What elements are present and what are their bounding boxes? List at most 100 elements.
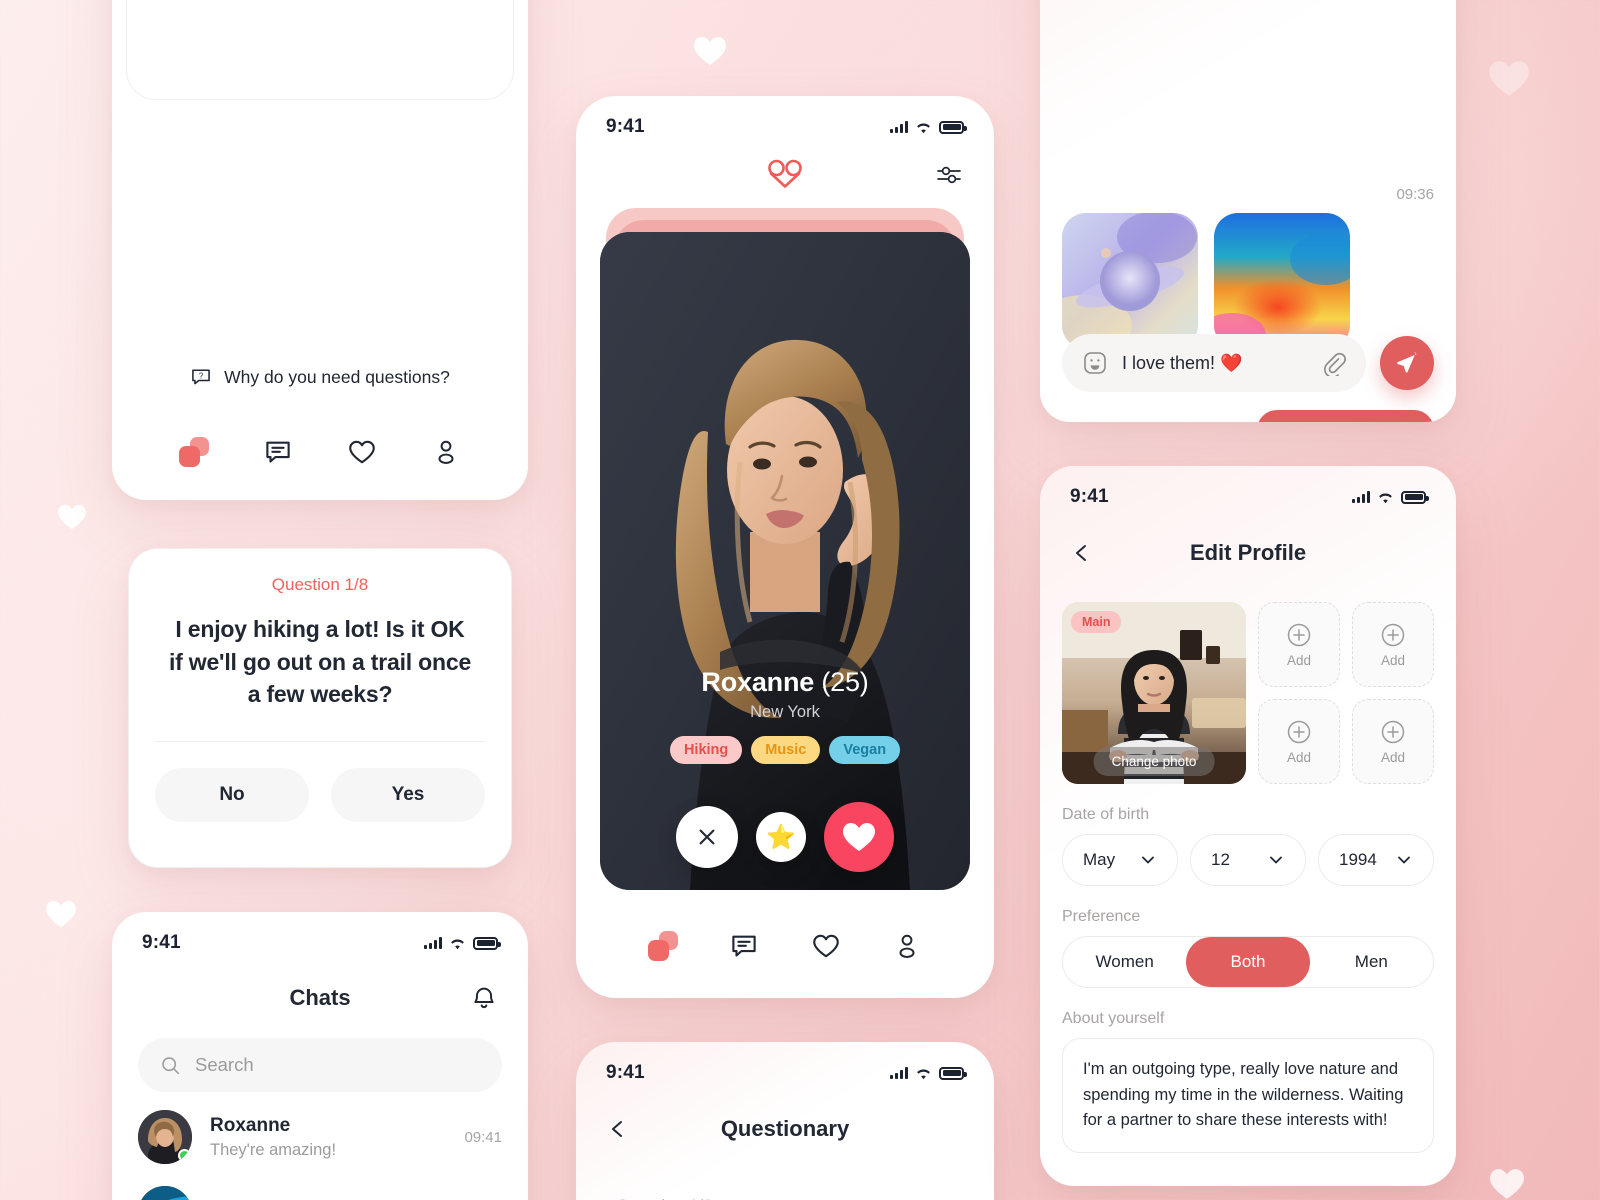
page-title: Chats xyxy=(289,985,351,1010)
about-yourself-field[interactable]: I'm an outgoing type, really love nature… xyxy=(1062,1038,1434,1153)
add-photo-slot[interactable]: Add xyxy=(1258,602,1340,687)
decor-heart-icon xyxy=(1489,60,1529,97)
person-outline-icon xyxy=(432,438,460,466)
avatar xyxy=(138,1110,192,1164)
dob-month-value: May xyxy=(1083,850,1116,869)
dob-year-value: 1994 xyxy=(1339,850,1377,869)
list-item[interactable] xyxy=(112,1164,528,1200)
about-yourself-label: About yourself xyxy=(1062,1010,1165,1027)
tag-music: Music xyxy=(751,736,821,764)
battery-icon xyxy=(473,936,501,950)
image-attachment[interactable] xyxy=(1214,213,1350,349)
wifi-icon xyxy=(915,121,932,134)
answer-yes-button[interactable]: Yes xyxy=(331,767,485,822)
status-bar: 9:41 xyxy=(576,1056,994,1090)
sidebar-item-profile[interactable] xyxy=(404,438,488,466)
plus-circle-icon xyxy=(1286,622,1312,648)
add-photo-slot[interactable]: Add xyxy=(1352,699,1434,784)
profile-photo-card[interactable]: Roxanne (25) New York Hiking Music Vegan xyxy=(600,232,970,890)
dislike-button[interactable] xyxy=(676,806,738,868)
dob-month-select[interactable]: May xyxy=(1062,834,1178,886)
status-badge: Main xyxy=(1071,611,1122,633)
edit-profile-screen: 9:41 Edit Profile Main Change photo Add … xyxy=(1040,466,1456,1186)
status-bar: 9:41 xyxy=(576,110,994,144)
add-photo-slot[interactable]: Add xyxy=(1258,699,1340,784)
swipe-actions: ⭐ xyxy=(600,802,970,872)
date-of-birth-label: Date of birth xyxy=(1062,806,1150,823)
dob-day-select[interactable]: 12 xyxy=(1190,834,1306,886)
sidebar-item-chats[interactable] xyxy=(704,931,786,961)
sliders-filter-icon[interactable] xyxy=(936,162,962,188)
image-message-group[interactable] xyxy=(1062,213,1434,349)
bottom-tabbar xyxy=(112,404,528,500)
tag-vegan: Vegan xyxy=(829,736,901,764)
battery-icon xyxy=(939,120,967,134)
wifi-icon xyxy=(449,937,466,950)
questionary-header: Questionary xyxy=(576,1098,994,1160)
paperclip-icon[interactable] xyxy=(1321,351,1346,376)
cards-stack-icon xyxy=(179,437,209,467)
sidebar-item-cards[interactable] xyxy=(152,437,236,467)
sidebar-item-likes[interactable] xyxy=(785,931,867,961)
image-attachment[interactable] xyxy=(1062,213,1198,349)
sidebar-item-likes[interactable] xyxy=(320,437,404,467)
like-button[interactable] xyxy=(824,802,894,872)
main-photo[interactable]: Main Change photo xyxy=(1062,602,1246,784)
message-bubble[interactable]: They're amazing! xyxy=(1256,410,1434,422)
sidebar-item-profile[interactable] xyxy=(867,932,949,960)
answer-no-button[interactable]: No xyxy=(155,767,309,822)
search-placeholder: Search xyxy=(195,1054,254,1075)
heart-outline-icon xyxy=(347,437,377,467)
chat-bubble-icon xyxy=(729,931,759,961)
person-outline-icon xyxy=(893,932,921,960)
list-item[interactable]: Roxanne They're amazing! 09:41 xyxy=(112,1092,528,1164)
questionary-screen: 9:41 Questionary Question 1/8 xyxy=(576,1042,994,1200)
preference-option-both[interactable]: Both xyxy=(1186,937,1310,987)
preference-option-men[interactable]: Men xyxy=(1310,937,1433,987)
status-icons xyxy=(1352,490,1429,504)
chevron-left-icon[interactable] xyxy=(1070,541,1094,565)
message-time: 09:41 xyxy=(464,1128,502,1146)
question-bubble-icon: ? xyxy=(190,366,212,388)
emoji-smiley-icon[interactable] xyxy=(1082,350,1108,376)
message-composer: I love them! ❤️ xyxy=(1062,334,1434,392)
status-icons xyxy=(890,1066,967,1080)
why-questions-link[interactable]: ? Why do you need questions? xyxy=(112,366,528,388)
plus-circle-icon xyxy=(1286,719,1312,745)
cellular-signal-icon xyxy=(890,121,908,133)
send-plane-icon xyxy=(1395,351,1419,375)
preference-option-women[interactable]: Women xyxy=(1063,937,1186,987)
message-input[interactable]: I love them! ❤️ xyxy=(1062,334,1366,392)
add-photo-label: Add xyxy=(1380,749,1406,765)
question-card-2: Question 1/8 I enjoy hiking a lot! Is it… xyxy=(128,548,512,868)
svg-text:?: ? xyxy=(199,371,204,380)
chat-thread-screen: 09:36 I love them! ❤️ xyxy=(1040,0,1456,422)
bottom-tabbar xyxy=(576,894,994,998)
search-input[interactable]: Search xyxy=(138,1038,502,1092)
chats-header: Chats xyxy=(112,970,528,1026)
question-counter: Question 1/8 xyxy=(271,575,369,594)
chevron-left-icon[interactable] xyxy=(606,1117,630,1141)
add-photo-label: Add xyxy=(1286,749,1312,765)
decor-heart-icon xyxy=(46,900,76,928)
sidebar-item-cards[interactable] xyxy=(622,931,704,961)
preference-label: Preference xyxy=(1062,908,1141,925)
change-photo-button[interactable]: Change photo xyxy=(1093,747,1215,776)
status-time: 9:41 xyxy=(606,116,645,137)
send-button[interactable] xyxy=(1380,336,1434,390)
chevron-down-icon xyxy=(1267,851,1285,869)
page-title: Questionary xyxy=(720,1116,850,1141)
message-input-value: I love them! ❤️ xyxy=(1122,352,1243,373)
cellular-signal-icon xyxy=(1352,491,1370,503)
add-photo-slot[interactable]: Add xyxy=(1352,602,1434,687)
sidebar-item-chats[interactable] xyxy=(236,437,320,467)
status-time: 9:41 xyxy=(606,1062,645,1083)
superlike-button[interactable]: ⭐ xyxy=(756,812,806,862)
dob-year-select[interactable]: 1994 xyxy=(1318,834,1434,886)
photo-grid: Main Change photo Add Add Add Add xyxy=(1062,602,1434,784)
bell-icon[interactable] xyxy=(470,984,498,1012)
why-questions-label: Why do you need questions? xyxy=(224,366,450,387)
decor-heart-icon xyxy=(694,36,726,66)
contact-name: Roxanne xyxy=(210,1114,291,1136)
date-of-birth-row: May 12 1994 xyxy=(1062,834,1434,886)
